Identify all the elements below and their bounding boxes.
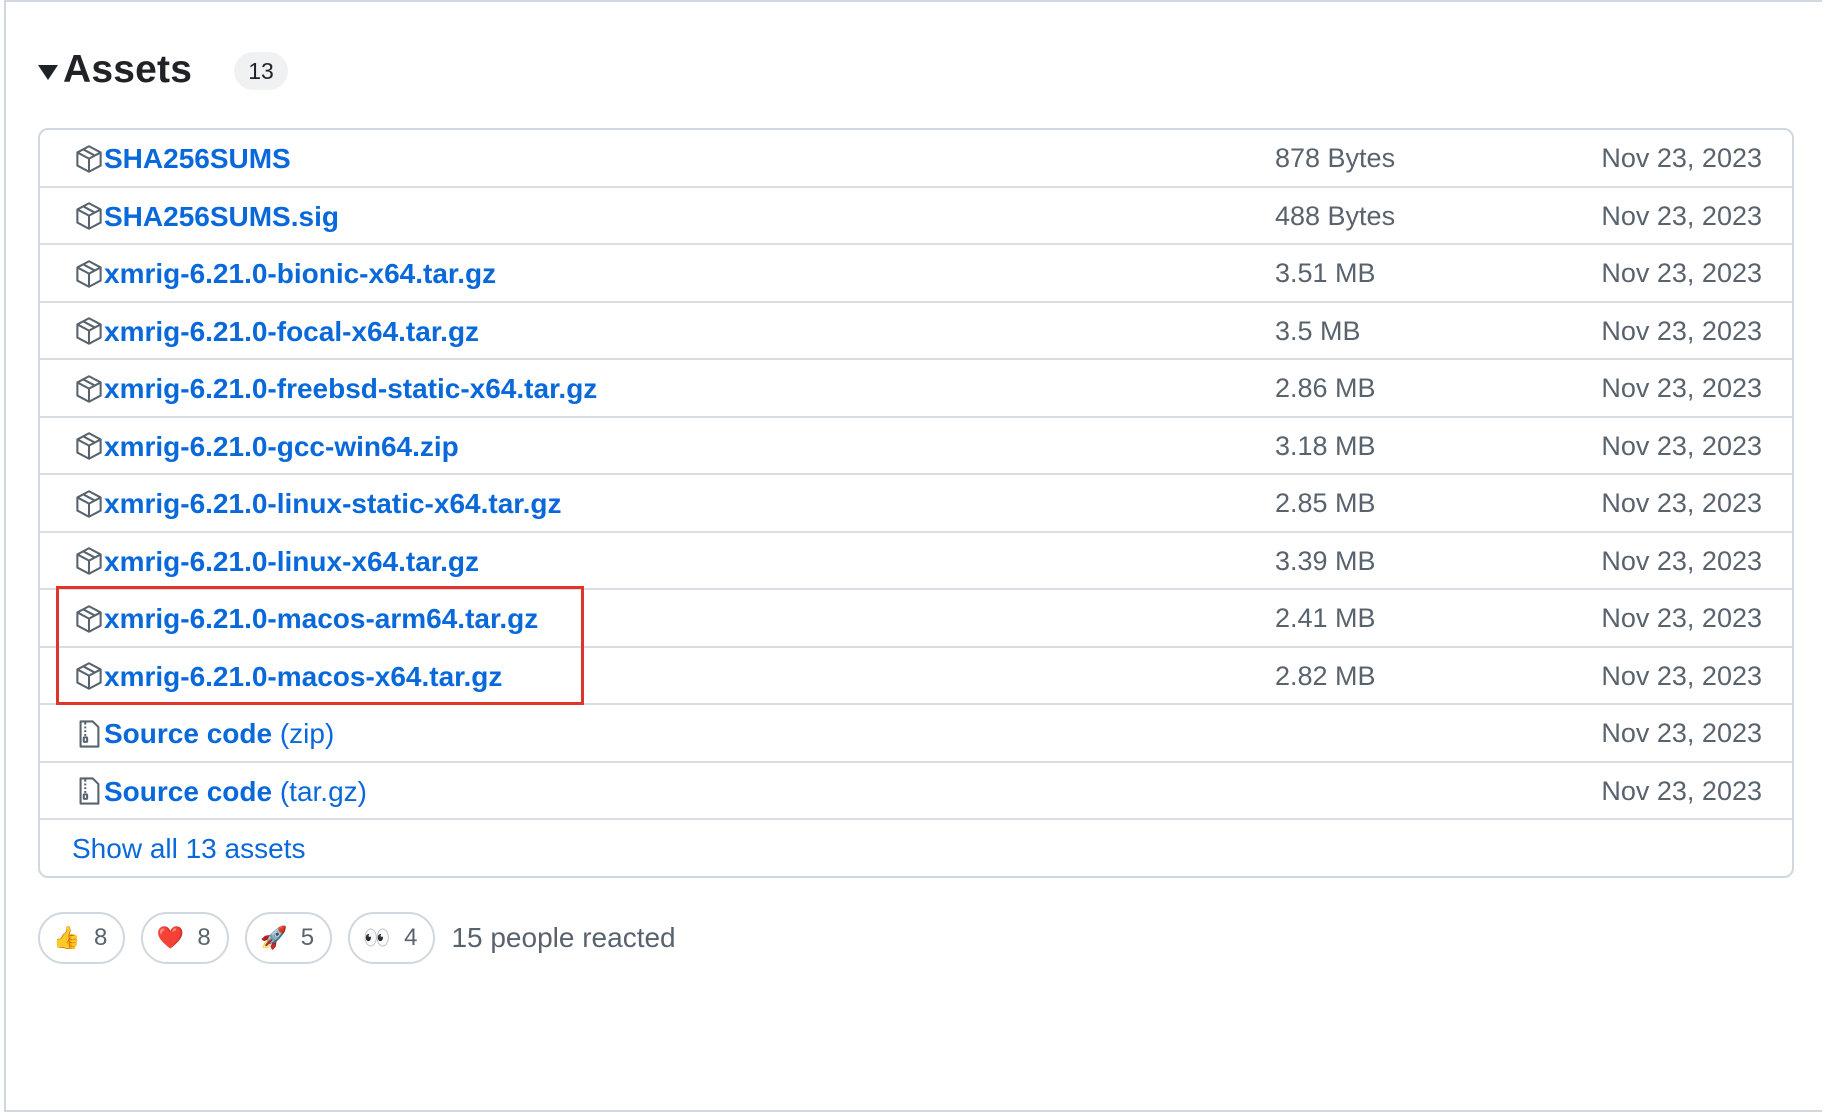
asset-format: (zip) — [272, 718, 335, 749]
file-zip-icon — [74, 775, 104, 807]
eyes-icon: 👀 — [363, 924, 391, 950]
asset-size: 878 Bytes — [1275, 143, 1396, 173]
caret-down-icon — [38, 64, 58, 80]
reaction-count: 4 — [404, 923, 418, 951]
asset-date: Nov 23, 2023 — [1601, 258, 1762, 288]
asset-link[interactable]: xmrig-6.21.0-linux-static-x64.tar.gz — [104, 475, 562, 533]
asset-row: xmrig-6.21.0-linux-x64.tar.gz 3.39 MB Nov … — [40, 533, 1792, 591]
asset-date: Nov 23, 2023 — [1601, 488, 1762, 518]
asset-row: xmrig-6.21.0-macos-x64.tar.gz 2.82 MB Nov … — [40, 648, 1792, 706]
asset-date: Nov 23, 2023 — [1601, 373, 1762, 403]
show-all-assets-link[interactable]: Show all 13 assets — [72, 820, 305, 876]
asset-row: xmrig-6.21.0-freebsd-static-x64.tar.gz 2.… — [40, 360, 1792, 418]
package-icon — [74, 603, 104, 635]
reaction-count: 8 — [94, 923, 108, 951]
asset-link[interactable]: SHA256SUMS — [104, 130, 291, 188]
reaction-button[interactable]: 👀 4 — [348, 911, 436, 964]
asset-size: 488 Bytes — [1275, 200, 1396, 231]
reaction-count: 8 — [197, 923, 211, 951]
asset-link[interactable]: Source code (tar.gz) — [104, 763, 367, 821]
asset-date: Nov 23, 2023 — [1601, 718, 1762, 748]
rocket-icon: 🚀 — [260, 924, 288, 950]
package-icon — [74, 200, 104, 232]
asset-date: Nov 23, 2023 — [1601, 660, 1762, 691]
package-icon — [74, 660, 104, 692]
asset-date: Nov 23, 2023 — [1601, 430, 1762, 461]
asset-name: xmrig-6.21.0-linux-x64.tar.gz — [104, 545, 480, 577]
assets-toggle[interactable]: Assets — [38, 44, 192, 96]
asset-size: 3.18 MB — [1275, 430, 1376, 461]
asset-link[interactable]: xmrig-6.21.0-macos-arm64.tar.gz — [104, 590, 538, 648]
asset-date: Nov 23, 2023 — [1601, 315, 1762, 346]
asset-row: SHA256SUMS 878 Bytes Nov 23, 2023 — [40, 130, 1792, 188]
asset-link[interactable]: xmrig-6.21.0-freebsd-static-x64.tar.gz — [104, 360, 597, 418]
asset-row: xmrig-6.21.0-bionic-x64.tar.gz 3.51 MB Nov… — [40, 245, 1792, 303]
asset-date: Nov 23, 2023 — [1601, 143, 1762, 173]
asset-name: xmrig-6.21.0-macos-arm64.tar.gz — [104, 603, 539, 634]
asset-row: xmrig-6.21.0-gcc-win64.zip 3.18 MB Nov 23,… — [40, 418, 1792, 476]
file-zip-icon — [74, 718, 104, 750]
asset-format: (tar.gz) — [272, 775, 367, 807]
reaction-button[interactable]: ❤️ 8 — [141, 911, 229, 964]
asset-size: 2.41 MB — [1275, 603, 1376, 633]
reaction-button[interactable]: 🚀 5 — [244, 911, 333, 964]
asset-name: Source code — [104, 775, 273, 807]
asset-name: xmrig-6.21.0-freebsd-static-x64.tar.gz — [104, 373, 598, 404]
asset-name: xmrig-6.21.0-focal-x64.tar.gz — [104, 315, 480, 347]
package-icon — [74, 545, 104, 577]
reaction-button[interactable]: 👍 8 — [38, 911, 126, 964]
asset-link[interactable]: xmrig-6.21.0-bionic-x64.tar.gz — [104, 245, 496, 303]
asset-date: Nov 23, 2023 — [1601, 603, 1762, 633]
asset-size: 3.39 MB — [1275, 545, 1376, 576]
package-icon — [74, 258, 104, 290]
asset-name: xmrig-6.21.0-bionic-x64.tar.gz — [104, 258, 497, 289]
assets-title: Assets — [63, 48, 193, 91]
asset-name: Source code — [104, 718, 273, 749]
assets-list: SHA256SUMS 878 Bytes Nov 23, 2023 SHA256SUM… — [38, 128, 1794, 878]
asset-size: 3.51 MB — [1275, 258, 1376, 288]
asset-name: SHA256SUMS — [104, 143, 291, 174]
asset-size: 3.5 MB — [1275, 315, 1361, 346]
thumbs-up-icon: 👍 — [53, 924, 81, 950]
asset-date: Nov 23, 2023 — [1601, 775, 1762, 806]
package-icon — [74, 315, 104, 347]
asset-date: Nov 23, 2023 — [1601, 200, 1762, 231]
assets-count-badge: 13 — [234, 52, 288, 90]
asset-name: SHA256SUMS.sig — [104, 200, 339, 232]
asset-link[interactable]: xmrig-6.21.0-focal-x64.tar.gz — [104, 303, 479, 361]
asset-link[interactable]: SHA256SUMS.sig — [104, 188, 339, 246]
asset-row: xmrig-6.21.0-focal-x64.tar.gz 3.5 MB Nov 2… — [40, 303, 1792, 361]
asset-row: xmrig-6.21.0-linux-static-x64.tar.gz 2.85… — [40, 475, 1792, 533]
asset-row: SHA256SUMS.sig 488 Bytes Nov 23, 2023 — [40, 188, 1792, 246]
package-icon — [74, 488, 104, 520]
asset-name: xmrig-6.21.0-gcc-win64.zip — [104, 430, 459, 462]
package-icon — [74, 373, 104, 405]
asset-date: Nov 23, 2023 — [1601, 545, 1762, 576]
asset-link[interactable]: xmrig-6.21.0-macos-x64.tar.gz — [104, 648, 502, 706]
asset-size: 2.86 MB — [1275, 373, 1376, 403]
heart-icon: ❤️ — [156, 924, 185, 950]
asset-name: xmrig-6.21.0-macos-x64.tar.gz — [104, 660, 503, 692]
asset-row: Source code (zip) Nov 23, 2023 — [40, 705, 1792, 763]
asset-link[interactable]: xmrig-6.21.0-gcc-win64.zip — [104, 418, 459, 476]
asset-name: xmrig-6.21.0-linux-static-x64.tar.gz — [104, 488, 562, 519]
package-icon — [74, 143, 104, 175]
asset-size: 2.85 MB — [1275, 488, 1376, 518]
asset-link[interactable]: xmrig-6.21.0-linux-x64.tar.gz — [104, 533, 479, 591]
reaction-count: 5 — [300, 923, 315, 951]
reactions-summary: 15 people reacted — [451, 921, 676, 953]
asset-row: Source code (tar.gz) Nov 23, 2023 — [40, 763, 1792, 821]
asset-row: xmrig-6.21.0-macos-arm64.tar.gz 2.41 MB No… — [40, 590, 1792, 648]
package-icon — [74, 430, 104, 462]
reactions-bar: 👍 8 ❤️ 8 🚀 5 👀 4 15 people reacted — [38, 911, 676, 964]
asset-link[interactable]: Source code (zip) — [104, 705, 334, 763]
asset-size: 2.82 MB — [1275, 660, 1376, 691]
